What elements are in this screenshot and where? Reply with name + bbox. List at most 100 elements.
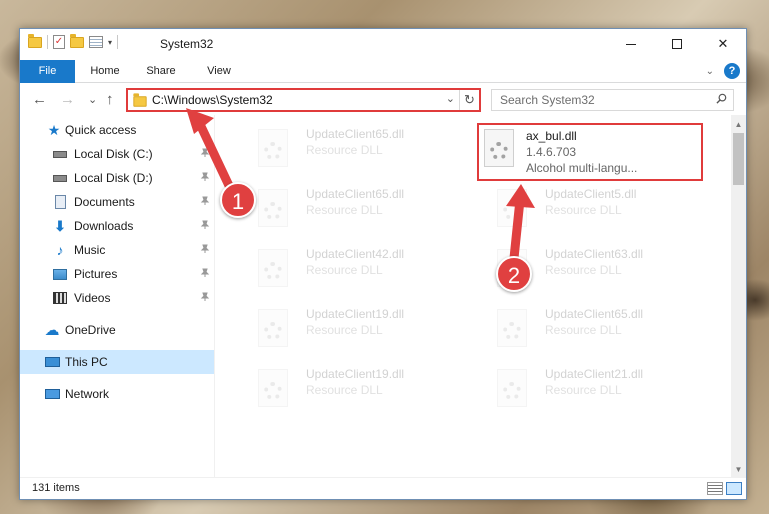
dll-file-icon (258, 249, 288, 287)
download-icon: ⬇ (54, 217, 66, 234)
sidebar-item-label: Local Disk (C:) (74, 147, 153, 161)
search-box[interactable]: Search System32 (491, 89, 734, 111)
highlight-box (477, 123, 703, 181)
quick-access-toolbar: ✓ ▾ (28, 33, 119, 49)
search-placeholder[interactable]: Search System32 (500, 93, 595, 107)
file-name: UpdateClient65.dll (545, 307, 644, 321)
properties-icon[interactable] (89, 36, 103, 48)
tab-share[interactable]: Share (136, 60, 186, 83)
dll-file-icon (497, 369, 527, 407)
file-list: UpdateClient65.dll Resource DLL ax_bul.d… (220, 121, 734, 477)
item-count: 131 items (32, 482, 80, 494)
file-type: Resource DLL (306, 323, 383, 337)
file-name: UpdateClient21.dll (545, 367, 644, 381)
document-icon (52, 194, 68, 210)
dll-file-icon (258, 369, 288, 407)
file-type: Resource DLL (545, 383, 622, 397)
search-icon[interactable] (716, 93, 727, 104)
sidebar-item-label: Music (74, 243, 106, 257)
dll-file-icon (258, 309, 288, 347)
sidebar-item-onedrive[interactable]: ☁ OneDrive (20, 318, 214, 342)
file-type: Resource DLL (306, 383, 383, 397)
view-toggle (707, 482, 742, 495)
file-item[interactable]: UpdateClient65.dll Resource DLL (240, 183, 470, 243)
recent-locations-button[interactable]: ⌄ (88, 93, 97, 106)
sidebar-item-label: Downloads (74, 219, 134, 233)
sidebar-item-this-pc[interactable]: This PC (20, 350, 214, 374)
file-item[interactable]: UpdateClient19.dll Resource DLL (240, 303, 470, 363)
maximize-button[interactable] (654, 29, 700, 59)
details-view-icon[interactable] (707, 482, 723, 495)
tab-home[interactable]: Home (80, 60, 130, 83)
scroll-down-icon[interactable]: ▼ (731, 462, 746, 477)
file-type: Resource DLL (545, 323, 622, 337)
file-type: Resource DLL (545, 203, 622, 217)
ribbon-tabs: File Home Share View ⌄ ? (20, 60, 746, 83)
tab-view[interactable]: View (194, 60, 244, 83)
file-name: UpdateClient5.dll (545, 187, 637, 201)
scroll-thumb[interactable] (733, 133, 744, 185)
status-bar: 131 items (20, 477, 746, 499)
file-name: UpdateClient65.dll (306, 187, 405, 201)
file-name: UpdateClient19.dll (306, 367, 405, 381)
tiles-view-icon[interactable] (726, 482, 742, 495)
pin-icon[interactable] (200, 148, 210, 158)
new-folder-icon[interactable] (70, 33, 84, 48)
cloud-icon: ☁ (44, 322, 60, 339)
file-name: UpdateClient65.dll (306, 127, 405, 141)
sidebar-item-label: Network (65, 387, 110, 401)
star-icon: ★ (47, 121, 61, 138)
back-button[interactable]: ← (32, 91, 47, 108)
address-path[interactable]: C:\Windows\System32 (152, 93, 273, 107)
scroll-up-icon[interactable]: ▲ (731, 117, 746, 132)
pin-icon[interactable] (200, 196, 210, 206)
properties-check-icon[interactable]: ✓ (53, 35, 65, 49)
sidebar-item-music[interactable]: ♪ Music (20, 238, 214, 262)
minimize-button[interactable] (608, 29, 654, 59)
sidebar-item-network[interactable]: Network (20, 382, 214, 406)
dll-file-icon (497, 189, 527, 227)
ribbon-expand-chevron-icon[interactable]: ⌄ (706, 66, 714, 77)
file-type: Resource DLL (306, 203, 383, 217)
refresh-button[interactable]: ↻ (459, 90, 479, 110)
file-item[interactable]: UpdateClient19.dll Resource DLL (240, 363, 470, 423)
close-button[interactable]: ✕ (700, 29, 746, 59)
pane-divider[interactable] (214, 115, 215, 477)
vertical-scrollbar[interactable]: ▲ ▼ (731, 115, 746, 477)
dll-file-icon (258, 129, 288, 167)
dll-file-icon (258, 189, 288, 227)
file-item[interactable]: UpdateClient21.dll Resource DLL (479, 363, 709, 423)
sidebar-item-videos[interactable]: Videos (20, 286, 214, 310)
sidebar-item-local-disk-c[interactable]: Local Disk (C:) (20, 142, 214, 166)
sidebar-item-local-disk-d[interactable]: Local Disk (D:) (20, 166, 214, 190)
up-button[interactable]: ↑ (106, 91, 114, 108)
sidebar-item-downloads[interactable]: ⬇ Downloads (20, 214, 214, 238)
file-item[interactable]: UpdateClient42.dll Resource DLL (240, 243, 470, 303)
pin-icon[interactable] (200, 244, 210, 254)
window-title: System32 (160, 37, 214, 51)
forward-button[interactable]: → (60, 91, 75, 108)
file-type: Resource DLL (306, 143, 383, 157)
sidebar-item-label: Documents (74, 195, 135, 209)
qat-dropdown-icon[interactable]: ▾ (108, 38, 112, 47)
navigation-bar: ← → ⌄ ↑ C:\Windows\System32 ⌄ ↻ Search S… (20, 85, 746, 115)
file-item[interactable]: UpdateClient65.dll Resource DLL (479, 303, 709, 363)
help-icon[interactable]: ? (724, 63, 740, 79)
pin-icon[interactable] (200, 292, 210, 302)
tab-file[interactable]: File (20, 60, 75, 83)
pin-icon[interactable] (200, 220, 210, 230)
file-item[interactable]: UpdateClient65.dll Resource DLL (240, 123, 470, 183)
address-dropdown-icon[interactable]: ⌄ (446, 92, 455, 105)
folder-icon (28, 33, 42, 48)
pin-icon[interactable] (200, 268, 210, 278)
sidebar-item-pictures[interactable]: Pictures (20, 262, 214, 286)
sidebar-item-quick-access[interactable]: ★ Quick access (20, 118, 214, 142)
toolbar-divider (117, 35, 119, 49)
window-controls: ✕ (608, 29, 746, 59)
file-item[interactable]: UpdateClient5.dll Resource DLL (479, 183, 709, 243)
address-bar[interactable]: C:\Windows\System32 ⌄ ↻ (126, 88, 481, 112)
pin-icon[interactable] (200, 172, 210, 182)
file-name: UpdateClient19.dll (306, 307, 405, 321)
sidebar-item-documents[interactable]: Documents (20, 190, 214, 214)
disk-icon (52, 170, 68, 186)
